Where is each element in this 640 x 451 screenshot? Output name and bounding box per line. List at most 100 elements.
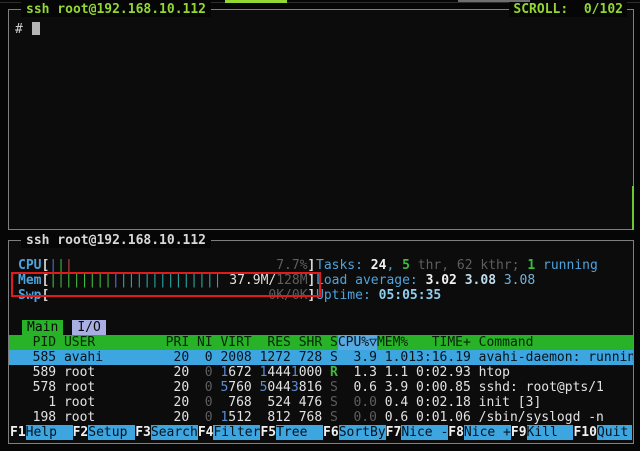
- fkey-f5[interactable]: F5Tree: [260, 425, 323, 440]
- cell-value: 0.6: [385, 410, 408, 425]
- cell-ni: 0: [189, 380, 212, 395]
- cell-virt: 2008: [213, 350, 252, 365]
- fkey-label: Help: [26, 425, 73, 440]
- fkey-f10[interactable]: F10Quit: [573, 425, 632, 440]
- fkey-f1[interactable]: F1Help: [10, 425, 73, 440]
- cell-value: 812: [267, 410, 290, 425]
- col-header-cpu[interactable]: CPU%▽: [338, 335, 377, 350]
- htop-process-table: 585avahi20020081272728S3.91.013:16.19ava…: [9, 350, 633, 425]
- meter-label-mem: Mem: [18, 273, 41, 288]
- cell-value: 1.1: [385, 365, 408, 380]
- fkey-f8[interactable]: F8Nice +: [448, 425, 511, 440]
- meter-bar-segment: |: [57, 258, 65, 273]
- process-row-578[interactable]: 578root200576050443816S0.63.90:00.85sshd…: [9, 380, 633, 395]
- cell-value: R: [330, 365, 338, 380]
- cell-value: 1272: [260, 350, 291, 365]
- cell-ni: 0: [189, 365, 212, 380]
- stat-load-text: 3.08: [465, 273, 496, 288]
- cell-value: /sbin/syslogd -n: [479, 410, 604, 425]
- col-header-mem[interactable]: MEM%: [377, 335, 408, 350]
- col-header-user[interactable]: USER: [64, 335, 142, 350]
- col-header-shr[interactable]: SHR: [291, 335, 322, 350]
- fkey-f3[interactable]: F3Search: [135, 425, 198, 440]
- col-header-pri[interactable]: PRI: [142, 335, 189, 350]
- scroll-label: SCROLL:: [513, 2, 568, 17]
- col-header-virt[interactable]: VIRT: [213, 335, 252, 350]
- stat-load-text: [496, 273, 504, 288]
- process-row-1[interactable]: 1root200768524476S0.00.40:02.18init [3]: [9, 395, 633, 410]
- cell-mem: 0.6: [377, 410, 408, 425]
- pane-htop[interactable]: ssh root@192.168.10.112 CPU[|||7.7%]Mem[…: [8, 240, 634, 444]
- cell-time: 13:16.19: [408, 350, 471, 365]
- meter-bracket-close: ]: [308, 288, 316, 303]
- meter-mem: Mem[||||||||||||||||||||||37.9M/128M]: [18, 273, 316, 288]
- cell-res: 524: [252, 395, 291, 410]
- mem-thousands: 3: [291, 380, 299, 395]
- col-header-s[interactable]: S: [322, 335, 338, 350]
- cell-value: 20: [174, 395, 190, 410]
- cell-cpu: 1.3: [338, 365, 377, 380]
- cell-value: 0:00.85: [416, 380, 471, 395]
- col-header-pid[interactable]: PID: [17, 335, 56, 350]
- cell-cpu: 3.9: [338, 350, 377, 365]
- cell-value: 0.0: [353, 410, 376, 425]
- cell-ni: 0: [189, 350, 212, 365]
- cell-user: root: [64, 365, 142, 380]
- col-header-ni[interactable]: NI: [189, 335, 212, 350]
- pane-shell-title: ssh root@192.168.10.112: [21, 2, 211, 17]
- terminal-screen: ssh root@192.168.10.112 SCROLL: 0/102 # …: [0, 0, 640, 451]
- cell-pid: 589: [17, 365, 56, 380]
- col-header-res[interactable]: RES: [252, 335, 291, 350]
- cell-mem: 0.4: [377, 395, 408, 410]
- process-row-198[interactable]: 198root2001512812768S0.00.60:01.06/sbin/…: [9, 410, 633, 425]
- meter-bracket-open: [: [41, 288, 49, 303]
- cell-value: root: [64, 410, 95, 425]
- cell-command: init [3]: [479, 395, 633, 410]
- stat-uptime-text: 05:05:35: [379, 288, 442, 303]
- fkey-f6[interactable]: F6SortBy: [323, 425, 386, 440]
- tab-main[interactable]: Main: [22, 320, 63, 335]
- prompt-symbol: #: [15, 22, 23, 37]
- col-header-time[interactable]: TIME+: [408, 335, 471, 350]
- mem-rest: 044: [267, 380, 290, 395]
- meter-value-text: 128M: [276, 273, 307, 288]
- cell-ni: 0: [189, 410, 212, 425]
- pane-shell[interactable]: ssh root@192.168.10.112 SCROLL: 0/102 #: [8, 9, 634, 230]
- fkey-f4[interactable]: F4Filter: [198, 425, 261, 440]
- meter-bracket-open: [: [41, 273, 49, 288]
- cell-user: root: [64, 380, 142, 395]
- cell-time: 0:02.18: [408, 395, 471, 410]
- meter-bar-segment: |: [65, 258, 73, 273]
- pane-active-edge: [632, 186, 634, 230]
- meter-bar-swp: 0K/0K: [49, 288, 307, 303]
- cell-mem: 3.9: [377, 380, 408, 395]
- cell-pri: 20: [142, 380, 189, 395]
- meter-label-swp: Swp: [18, 288, 41, 303]
- shell-prompt[interactable]: #: [15, 22, 40, 38]
- process-row-589[interactable]: 589root200167214441000R1.31.10:02.93htop: [9, 365, 633, 380]
- fkey-f7[interactable]: F7Nice -: [386, 425, 449, 440]
- tab-io[interactable]: I/O: [72, 320, 105, 335]
- cell-pri: 20: [142, 350, 189, 365]
- fkey-f9[interactable]: F9Kill: [511, 425, 574, 440]
- cell-value: root: [64, 380, 95, 395]
- cell-value: 20: [174, 380, 190, 395]
- mem-rest: 672: [228, 365, 251, 380]
- fkey-label: Search: [151, 425, 198, 440]
- htop-function-bar: F1HelpF2SetupF3SearchF4FilterF5TreeF6Sor…: [10, 425, 632, 440]
- mem-thousands: 1: [291, 365, 299, 380]
- cell-value: 20: [174, 410, 190, 425]
- stat-load-text: 3.08: [504, 273, 535, 288]
- cell-pid: 578: [17, 380, 56, 395]
- cell-value: root: [64, 365, 95, 380]
- fkey-f2[interactable]: F2Setup: [73, 425, 136, 440]
- fkey-number: F8: [448, 425, 464, 440]
- scroll-value: 0/102: [584, 2, 623, 17]
- cell-shr: 728: [291, 350, 322, 365]
- meter-bar-segment: |||||||||||||: [120, 273, 222, 288]
- col-header-command[interactable]: Command: [479, 335, 633, 350]
- fkey-number: F4: [198, 425, 214, 440]
- cell-res: 1444: [252, 365, 291, 380]
- process-row-585[interactable]: 585avahi20020081272728S3.91.013:16.19ava…: [9, 350, 633, 365]
- cell-value: 20: [174, 365, 190, 380]
